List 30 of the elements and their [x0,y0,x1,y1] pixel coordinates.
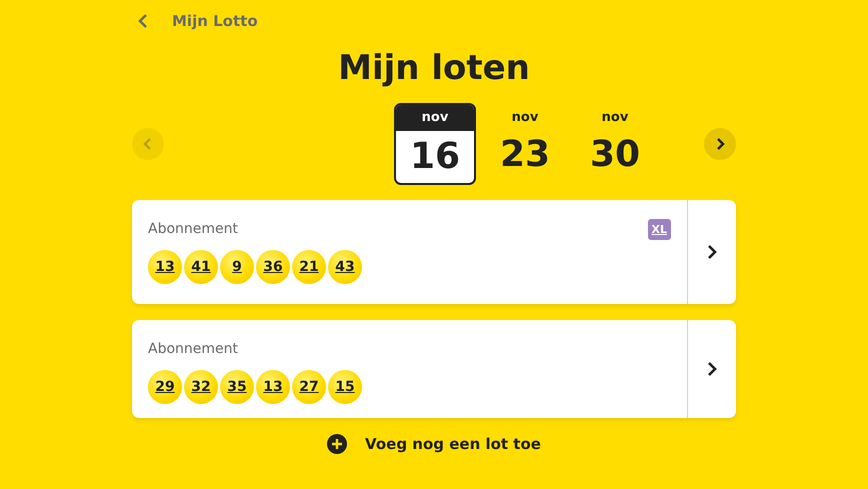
back-link[interactable]: Mijn Lotto [132,12,258,30]
lotto-ball: 15 [328,370,362,404]
lotto-ball: 27 [292,370,326,404]
lotto-ball: 9 [220,250,254,284]
chevron-right-icon [707,361,717,377]
ticket-type: Abonnement [148,221,238,237]
ticket-card[interactable]: Abonnement XL 13 41 9 36 21 43 [132,200,736,304]
lotto-ball: 29 [148,370,182,404]
ticket-card[interactable]: Abonnement 29 32 35 13 27 15 [132,320,736,418]
lotto-ball: 36 [256,250,290,284]
lotto-ball: 32 [184,370,218,404]
date-tab[interactable]: nov 16 [394,103,476,185]
lotto-ball: 13 [148,250,182,284]
date-tab[interactable]: nov 30 [574,103,656,185]
xl-badge: XL [648,218,671,240]
plus-circle-icon [327,434,348,454]
lotto-ball: 21 [292,250,326,284]
chevron-right-icon [715,137,725,151]
lotto-ball: 43 [328,250,362,284]
next-button[interactable] [704,128,736,160]
add-ticket-button[interactable]: Voeg nog een lot toe [327,434,541,454]
lotto-ball: 41 [184,250,218,284]
page-title: Mijn loten [337,47,531,90]
ticket-type: Abonnement [148,341,238,357]
lotto-ball: 13 [256,370,290,404]
lotto-ball: 35 [220,370,254,404]
chevron-left-icon [138,14,148,28]
date-tab[interactable]: nov 23 [484,103,566,185]
chevron-left-icon [143,137,153,151]
chevron-right-icon [707,244,717,260]
